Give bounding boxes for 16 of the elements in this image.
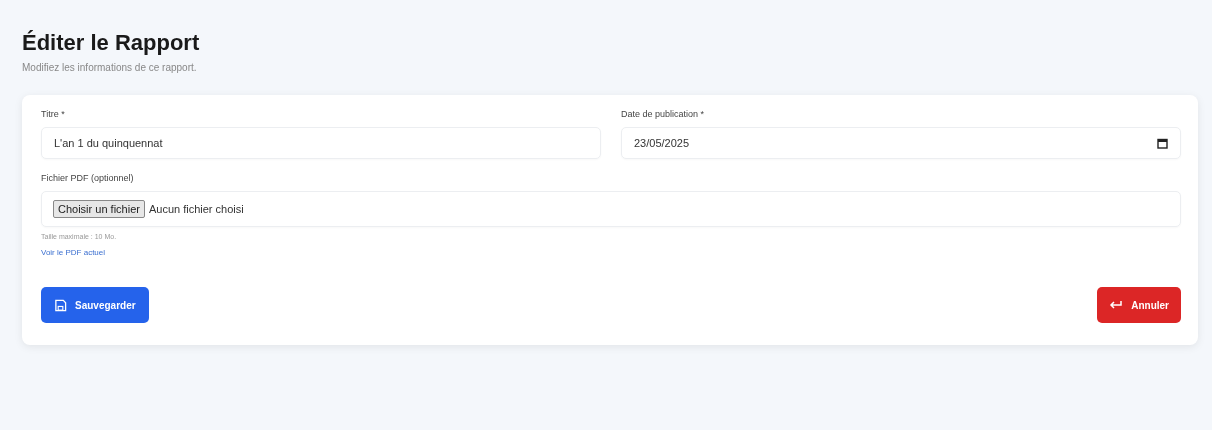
cancel-button[interactable]: Annuler xyxy=(1097,287,1181,323)
page-title: Éditer le Rapport xyxy=(22,30,201,56)
return-arrow-icon xyxy=(1109,300,1124,310)
field-label: Titre * xyxy=(41,109,65,119)
floppy-icon xyxy=(54,298,67,312)
save-button[interactable]: Sauvegarder xyxy=(41,287,149,323)
page-subtitle: Modifiez les informations de ce rapport. xyxy=(22,62,198,73)
calendar-icon[interactable] xyxy=(1157,137,1168,149)
view-pdf-link[interactable]: Voir le PDF actuel xyxy=(41,248,106,257)
field-label: Date de publication * xyxy=(621,109,705,119)
choose-file-button[interactable]: Choisir un fichier xyxy=(53,200,145,218)
title-field[interactable]: L'an 1 du quinquennat xyxy=(41,127,601,159)
date-field[interactable]: 23/05/2025 xyxy=(621,127,1181,159)
file-status: Aucun fichier choisi xyxy=(148,203,244,215)
file-field[interactable]: Choisir un fichier Aucun fichier choisi xyxy=(41,191,1181,227)
field-label: Fichier PDF (optionnel) xyxy=(41,173,134,183)
